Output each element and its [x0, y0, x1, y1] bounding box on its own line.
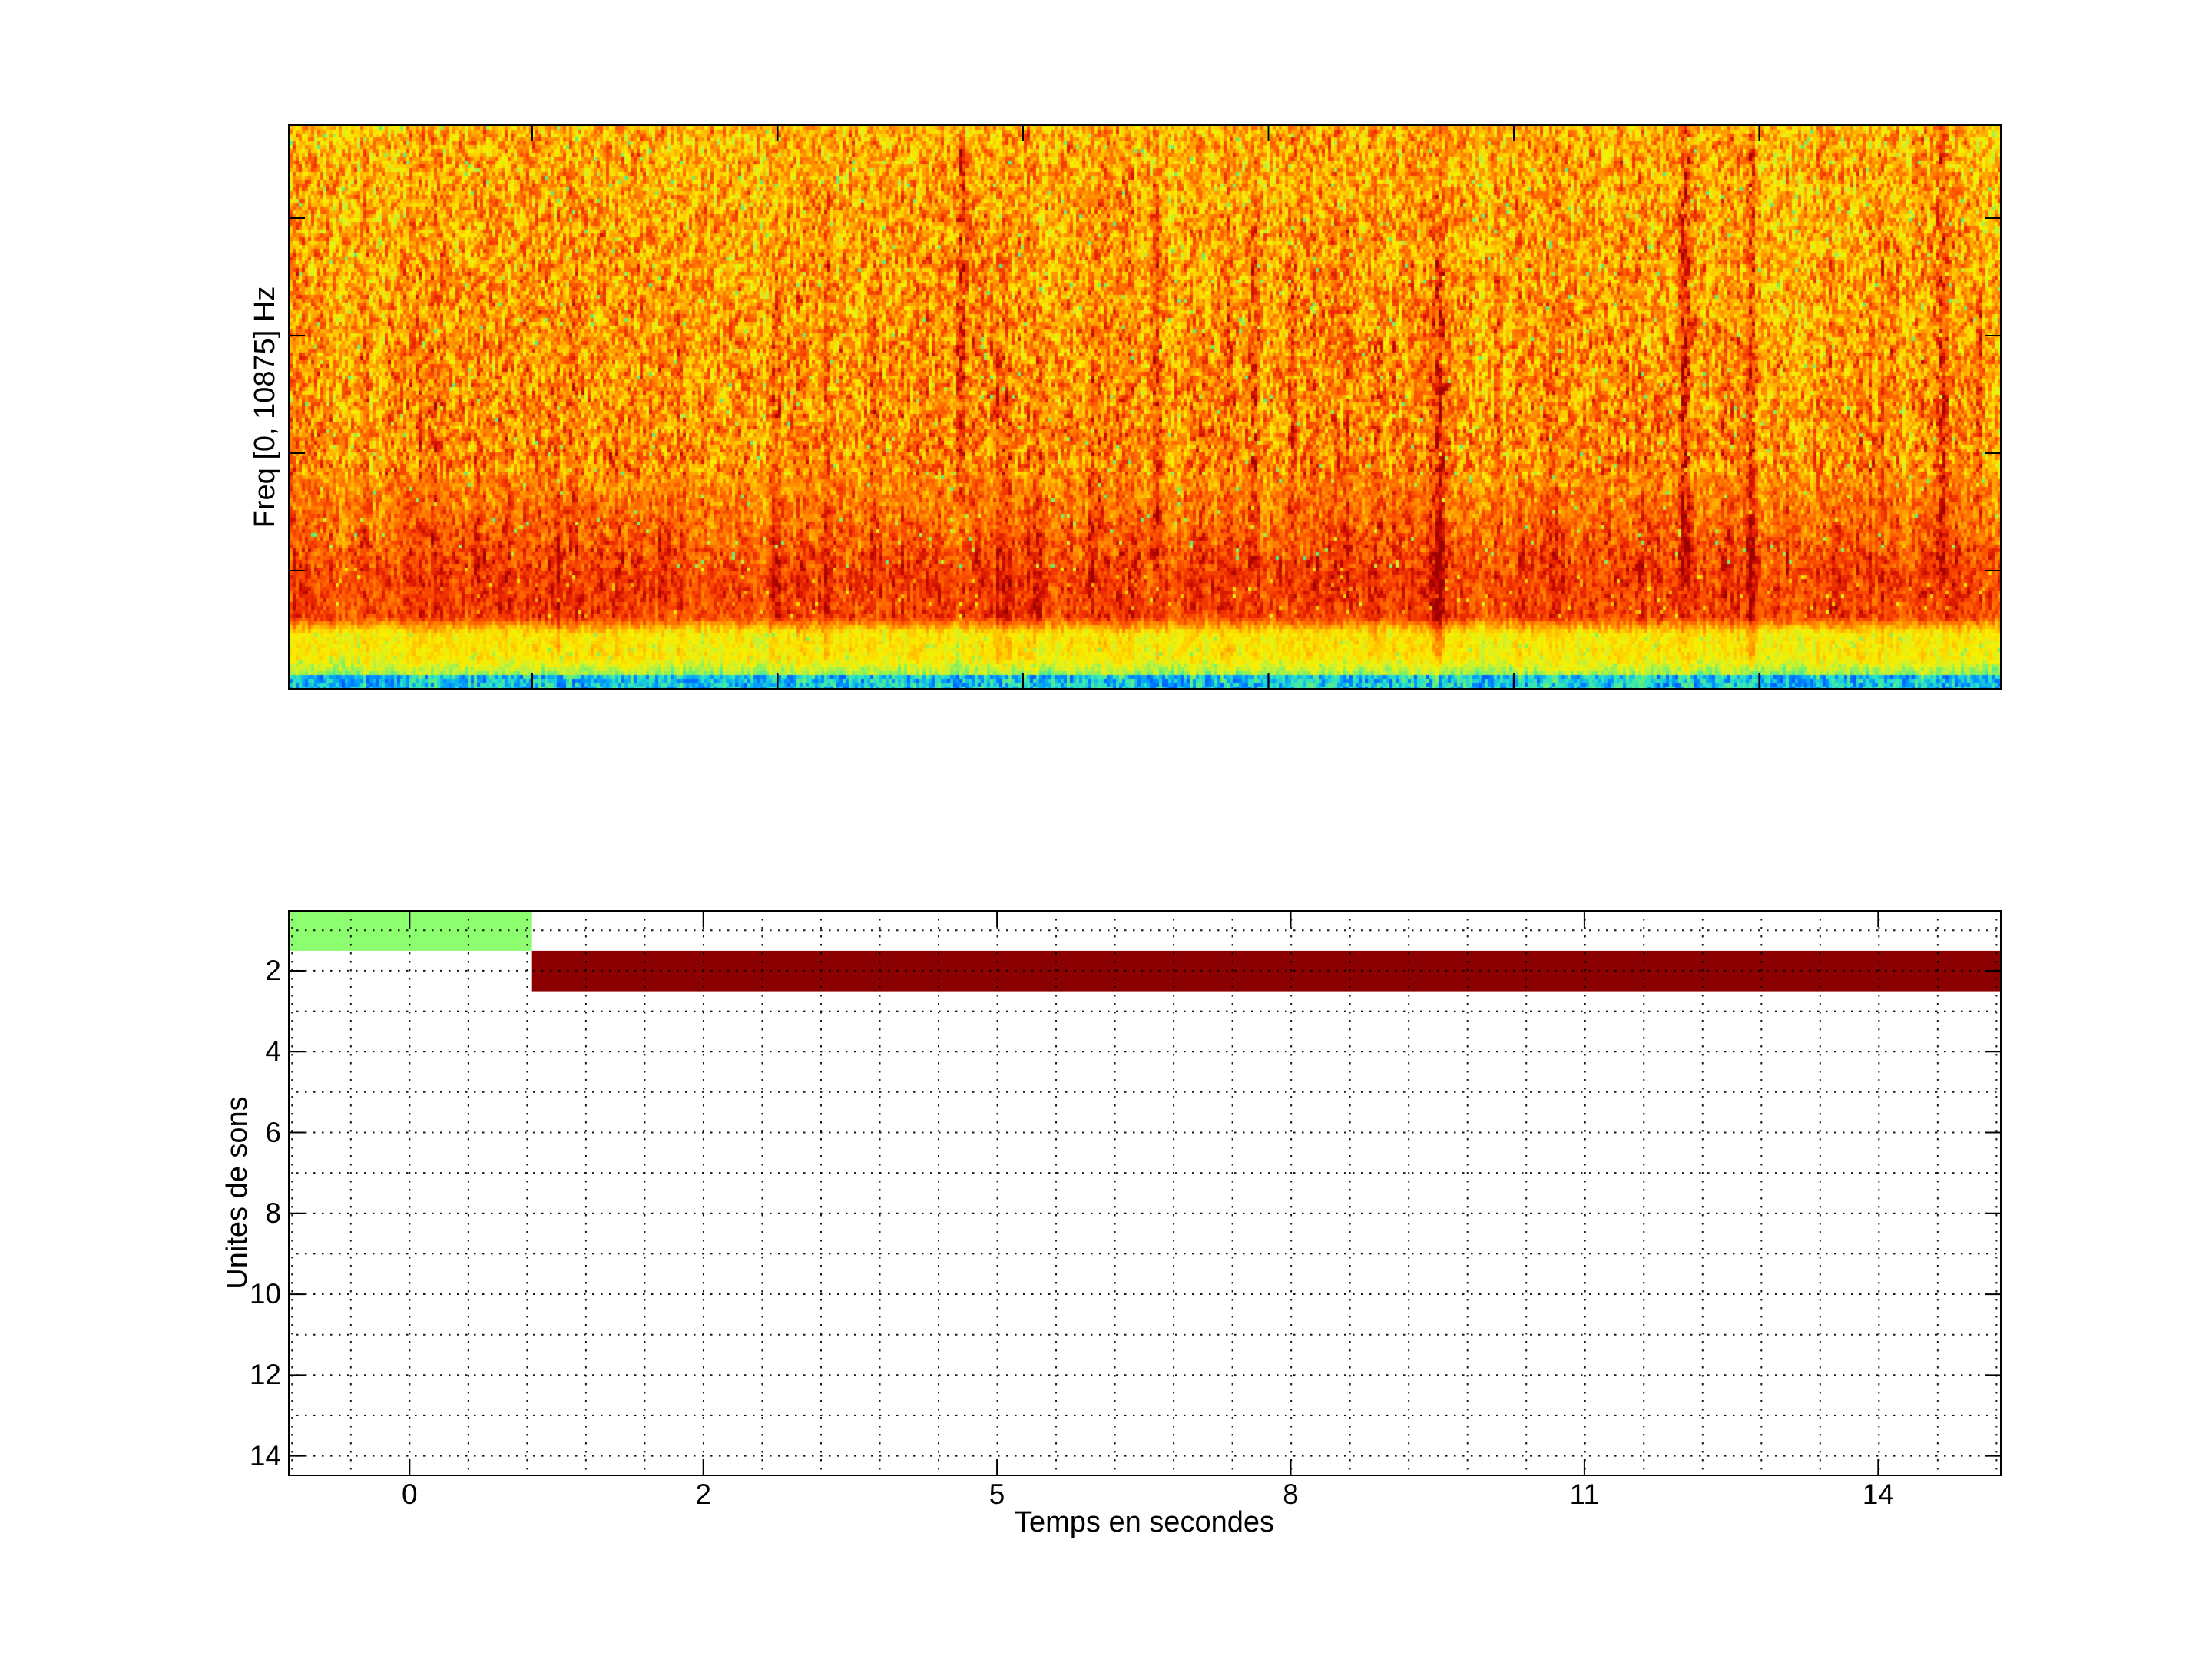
x-tick-label: 5 — [951, 1477, 1043, 1512]
x-tick-label: 11 — [1538, 1477, 1631, 1512]
axes-border — [289, 911, 2001, 1475]
y-tick-label: 12 — [189, 1357, 281, 1392]
sound-units-axes — [288, 910, 2002, 1476]
y-tick-label: 10 — [189, 1277, 281, 1312]
y-tick-label: 4 — [189, 1034, 281, 1069]
y-tick-label: 14 — [189, 1439, 281, 1474]
axes-border — [289, 125, 2001, 689]
y-tick-label: 2 — [189, 953, 281, 988]
top-y-axis-label: Freq [0, 10875] Hz — [247, 100, 283, 714]
spectrogram-axes — [288, 124, 2002, 690]
y-tick-label: 8 — [189, 1196, 281, 1231]
spectrogram-axes-overlay — [288, 124, 2002, 690]
x-axis-label: Temps en secondes — [837, 1505, 1452, 1540]
y-tick-label: 6 — [189, 1115, 281, 1151]
matlab-figure: Freq [0, 10875] Hz Unites de sons Temps … — [0, 0, 2212, 1659]
x-tick-label: 2 — [657, 1477, 750, 1512]
dark-red-bar-sound-unit-2 — [532, 951, 2002, 992]
x-tick-label: 0 — [363, 1477, 455, 1512]
x-tick-label: 8 — [1245, 1477, 1337, 1512]
x-tick-label: 14 — [1832, 1477, 1924, 1512]
sound-units-plot — [288, 910, 2002, 1476]
